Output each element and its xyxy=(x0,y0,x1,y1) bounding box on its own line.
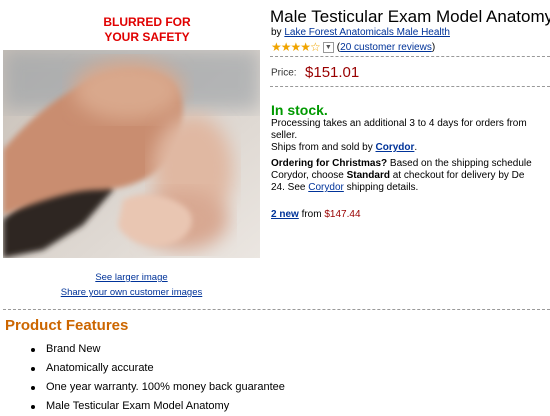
by-label: by xyxy=(271,27,282,38)
product-image[interactable] xyxy=(3,50,260,258)
divider xyxy=(270,56,550,57)
image-links: See larger image Share your own customer… xyxy=(3,270,260,300)
feature-item: Brand New xyxy=(30,340,285,359)
christmas-shipping-notice: Ordering for Christmas? Based on the shi… xyxy=(271,158,532,193)
blur-notice: BLURRED FOR YOUR SAFETY xyxy=(92,15,202,45)
feature-item: Anatomically accurate xyxy=(30,359,285,378)
stock-status: In stock. xyxy=(271,102,328,118)
availability-details: Processing takes an additional 3 to 4 da… xyxy=(271,118,550,154)
features-heading: Product Features xyxy=(5,317,129,334)
new-offer-price: $147.44 xyxy=(324,209,361,220)
brand-link[interactable]: Lake Forest Anatomicals Male Health xyxy=(284,27,450,38)
ships-from-text: Ships from and sold by Corydor. xyxy=(271,142,418,153)
blur-notice-line: BLURRED FOR xyxy=(103,15,191,29)
blur-notice-line: YOUR SAFETY xyxy=(104,30,190,44)
blurred-hand-photo xyxy=(3,50,260,258)
star-rating-icon[interactable]: ★★★★☆ xyxy=(271,40,321,54)
seller-link[interactable]: Corydor xyxy=(376,142,415,153)
christmas-heading: Ordering for Christmas? xyxy=(271,158,388,169)
price-label: Price: xyxy=(271,67,297,79)
customer-reviews-link[interactable]: 20 customer reviews xyxy=(340,42,432,53)
share-customer-images-link[interactable]: Share your own customer images xyxy=(3,285,260,300)
brand-byline: by Lake Forest Anatomicals Male Health xyxy=(271,27,450,38)
divider xyxy=(270,86,550,87)
price-row: Price: $151.01 xyxy=(271,64,359,82)
seller-shipping-link[interactable]: Corydor xyxy=(308,182,344,193)
feature-item: One year warranty. 100% money back guara… xyxy=(30,378,285,397)
standard-shipping-label: Standard xyxy=(346,170,390,181)
new-offers-link[interactable]: 2 new xyxy=(271,209,299,220)
section-divider xyxy=(3,309,550,310)
feature-item: Male Testicular Exam Model Anatomy xyxy=(30,397,285,416)
see-larger-image-link[interactable]: See larger image xyxy=(3,270,260,285)
processing-text: seller. xyxy=(271,130,298,141)
price-value: $151.01 xyxy=(305,64,360,82)
product-title: Male Testicular Exam Model Anatomy xyxy=(270,7,550,26)
processing-text: Processing takes an additional 3 to 4 da… xyxy=(271,118,527,129)
rating-row: ★★★★☆ ▼ (20 customer reviews) xyxy=(271,40,436,54)
features-list: Brand New Anatomically accurate One year… xyxy=(30,340,285,416)
new-offers: 2 new from $147.44 xyxy=(271,209,361,220)
chevron-down-icon[interactable]: ▼ xyxy=(322,41,334,53)
